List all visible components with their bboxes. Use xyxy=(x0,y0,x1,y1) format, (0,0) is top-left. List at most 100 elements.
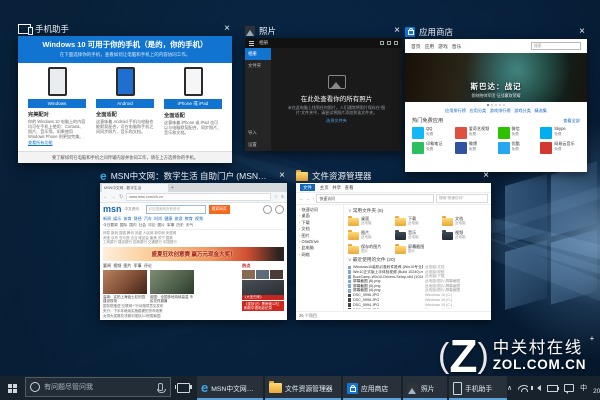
close-icon[interactable]: × xyxy=(577,26,587,37)
hot-red-card[interactable]: 《捉妖记》票房破12亿 刷新华语电影纪录 xyxy=(242,301,284,312)
close-icon[interactable]: × xyxy=(481,170,491,181)
folder-tile[interactable]: 音乐此电脑 xyxy=(395,229,440,242)
slideshow-icon[interactable] xyxy=(380,41,384,45)
explorer-thumbnail[interactable]: 文件 主页 共享 查看 ← → ↑ 快速访问 搜索"快速访问" 快速访问 桌面 … xyxy=(296,183,491,320)
msn-site-directory[interactable]: 网易 新浪 搜狐 腾讯 凤凰 人民网 新华网 央视网 淘宝 京东 亚马逊 当当 … xyxy=(103,231,284,245)
start-button[interactable] xyxy=(0,376,24,400)
battery-icon[interactable] xyxy=(547,385,558,392)
phone-companion-thumbnail[interactable]: Windows 10 可用于你的手机（是的，你的手机） 在下面选择你的手机，查看… xyxy=(18,36,232,163)
recent-file-row[interactable]: DSC_0995.JPGWindows 10 (C:) xyxy=(348,298,487,303)
store-app-tile[interactable]: 微博免费 xyxy=(455,142,495,154)
store-app-tile[interactable]: 优酷免费 xyxy=(498,142,538,154)
address-bar[interactable]: 快速访问 xyxy=(316,194,434,203)
see-all-link[interactable]: 查看全部 xyxy=(563,118,580,124)
taskview-label-photos[interactable]: 照片 × xyxy=(245,24,402,37)
ime-indicator[interactable]: 中 xyxy=(580,383,587,393)
taskbar-clock[interactable]: 17:15 2015/7/28 xyxy=(593,381,600,396)
iphone-ipad-button[interactable]: iPhone 或 iPad xyxy=(164,99,222,109)
hamburger-menu-icon[interactable] xyxy=(249,43,254,44)
folder-tile[interactable]: 图片此电脑 xyxy=(348,229,393,242)
msn-headline-list[interactable]: 国务院推进“互联网+”行动指导意见发布 央行：下半年继续实施稳健的货币政策 女排… xyxy=(103,304,239,318)
store-hero-banner[interactable]: 斯巴达：战记 即刻统帅军团 征战赢取荣耀 xyxy=(405,53,587,102)
network-icon[interactable] xyxy=(518,384,528,392)
browser-tab[interactable]: MSN中文网 - 数字生活 xyxy=(102,184,168,192)
back-icon[interactable]: ← xyxy=(103,194,108,200)
store-app-tile[interactable]: 网易云音乐免费 xyxy=(540,142,580,154)
store-app-tile[interactable]: Skype免费 xyxy=(540,127,580,139)
up-icon[interactable]: ↑ xyxy=(312,196,314,201)
sidebar-item-folders[interactable]: 文件夹 xyxy=(245,60,271,72)
android-button[interactable]: Android xyxy=(96,99,154,108)
outlook-icon[interactable] xyxy=(263,205,272,214)
store-app-tile[interactable]: QQ免费 xyxy=(412,127,452,139)
taskview-label-store[interactable]: 应用商店 × xyxy=(405,25,587,38)
close-icon[interactable]: × xyxy=(392,25,402,36)
choose-folder-link[interactable]: 选择文件夹 xyxy=(326,118,347,124)
photos-thumbnail[interactable]: 相册 相册 文件夹 导入 设置 在此处查看你的所有照片 未在此电脑上找到任何照片… xyxy=(245,38,402,151)
store-app-tile[interactable]: 爱奇艺视频免费 xyxy=(455,127,495,139)
refresh-icon[interactable]: ↻ xyxy=(119,194,123,200)
see-all-features-link[interactable]: 查看所有功能 xyxy=(28,140,86,146)
store-nav-tabs[interactable]: 首页 应用 游戏 音乐 xyxy=(411,43,461,50)
task-view-button[interactable] xyxy=(171,376,195,400)
forward-icon[interactable]: → xyxy=(111,194,116,200)
store-category-links[interactable]: 应用排行榜 应用分类 游戏排行榜 游戏分类 精选集 xyxy=(405,107,587,116)
recent-file-row[interactable]: DSC_0993.JPGWindows 10 (C:) xyxy=(348,307,487,309)
close-icon[interactable]: × xyxy=(222,23,232,34)
taskview-label-edge[interactable]: e MSN中文网：数字生活 自助门户 (MSN官方下载) - Microsoft… xyxy=(100,169,287,182)
microphone-icon[interactable] xyxy=(158,383,163,391)
frequent-folders-header[interactable]: 常用文件夹 (8) xyxy=(348,208,487,214)
forward-icon[interactable]: → xyxy=(306,196,311,201)
refresh-icon[interactable] xyxy=(394,41,398,45)
msn-content-tabs[interactable]: 要闻 视频 图片 军事 评论 xyxy=(103,263,239,269)
folder-tile[interactable]: 下载此电脑 xyxy=(395,215,440,228)
sidebar-item-albums[interactable]: 相册 xyxy=(245,48,271,60)
volume-icon[interactable] xyxy=(537,385,541,391)
windows-button[interactable]: Windows xyxy=(28,99,86,108)
hot-thumbnails[interactable] xyxy=(242,270,284,279)
taskbar-button-store[interactable]: 应用商店 xyxy=(343,376,401,400)
folder-tile[interactable]: 视频此电脑 xyxy=(442,229,487,242)
file-menu[interactable]: 文件 xyxy=(300,184,315,191)
cortana-search-box[interactable]: 有问题尽管问我 xyxy=(25,377,171,397)
folder-tile[interactable]: 文档此电脑 xyxy=(442,215,487,228)
news-card[interactable]: 组图：全国多地持续高温 市民花样避暑 xyxy=(150,270,194,303)
skype-icon[interactable] xyxy=(275,205,284,214)
store-thumbnail[interactable]: 首页 应用 游戏 音乐 搜索 斯巴达：战记 即刻统帅军团 征战赢取荣耀 应用排行… xyxy=(405,39,587,172)
taskview-label-explorer[interactable]: 文件资源管理器 × xyxy=(296,169,491,182)
store-search-input[interactable]: 搜索 xyxy=(531,42,581,50)
msn-logo[interactable]: msn xyxy=(103,205,122,214)
close-icon[interactable]: × xyxy=(277,170,287,181)
photos-toolbar-icons[interactable] xyxy=(380,41,398,45)
recent-file-row[interactable]: DSC_0996.JPGWindows 10 (C:) xyxy=(348,293,487,298)
sidebar-item-import[interactable]: 导入 xyxy=(245,127,271,139)
favorite-icon[interactable]: ☆ xyxy=(274,194,278,200)
taskbar-button-edge[interactable]: e MSN中文网：... xyxy=(197,376,263,400)
msn-promo-banner[interactable]: 盛夏狂欢创意赛 赢万元现金大奖！ xyxy=(103,247,284,261)
select-icon[interactable] xyxy=(387,41,391,45)
folder-tile[interactable]: 屏幕截图图片 xyxy=(395,243,440,256)
msn-search-input[interactable]: 必应搜索网页和资讯 xyxy=(146,205,206,214)
recent-file-row[interactable]: DSC_0994.JPGWindows 10 (C:) xyxy=(348,303,487,308)
recent-files-header[interactable]: 最近使用的文件 (20) xyxy=(348,257,487,263)
edge-thumbnail[interactable]: MSN中文网 - 数字生活 + ← → ↻ www.msn.com/zh-cn … xyxy=(100,183,287,320)
folder-tile[interactable]: 桌面此电脑 xyxy=(348,215,393,228)
hub-icon[interactable]: ≡ xyxy=(281,194,284,200)
hidden-icons-chevron[interactable]: ∧ xyxy=(507,384,512,392)
recent-file-row[interactable]: 屏幕截图 (4).png此电脑\图片\屏幕截图 xyxy=(348,288,487,293)
msn-search-button[interactable]: 搜索网页 xyxy=(209,205,230,214)
explorer-search-input[interactable]: 搜索"快速访问" xyxy=(436,194,488,203)
taskbar-button-photos[interactable]: 照片 xyxy=(403,376,447,400)
msn-subnav-links[interactable]: 今日要闻 国际 国内 社会 评论 图片 军事 历史 天气 xyxy=(103,223,284,230)
tree-item-network[interactable]: 网络 xyxy=(299,252,343,258)
ribbon-tabs[interactable]: 主页 共享 查看 xyxy=(320,185,354,191)
movie-promo[interactable]: 《大圣归来》 xyxy=(242,280,284,300)
url-field[interactable]: www.msn.com/zh-cn xyxy=(126,193,270,201)
taskview-label-phone-companion[interactable]: 手机助手 × xyxy=(18,22,232,35)
action-center-icon[interactable] xyxy=(564,384,574,392)
new-tab-icon[interactable]: + xyxy=(171,185,174,191)
folder-tile[interactable]: 保存的图片图片 xyxy=(348,243,393,256)
msn-nav-links[interactable]: 新闻 娱乐 体育 财经 汽车 时尚 健康 旅游 教育 视频 xyxy=(103,216,284,222)
store-app-tile[interactable]: 微信免费 xyxy=(498,127,538,139)
back-icon[interactable]: ← xyxy=(299,196,304,201)
